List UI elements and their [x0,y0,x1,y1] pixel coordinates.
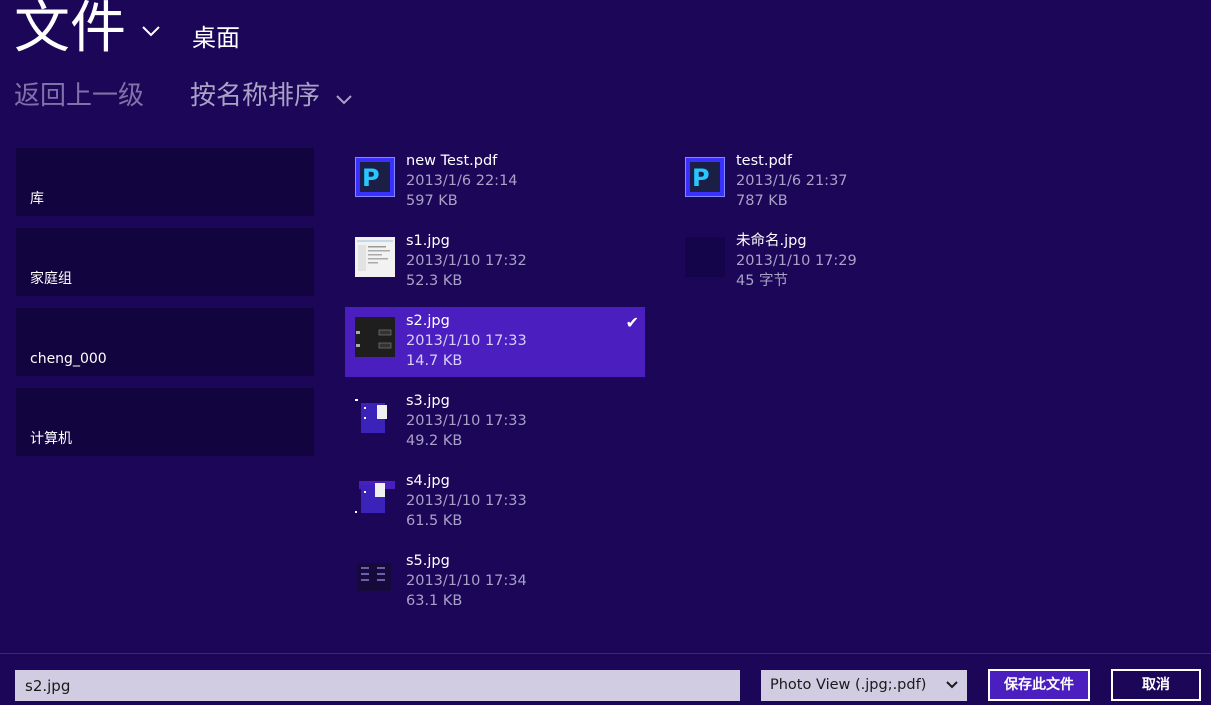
file-size: 45 字节 [736,273,789,289]
sidebar-item-label: 家庭组 [30,271,72,287]
sidebar-item-label: cheng_000 [30,351,107,367]
sidebar-item-libraries[interactable]: 库 [16,148,314,216]
footer-divider [0,653,1211,654]
cancel-button[interactable]: 取消 [1111,669,1201,701]
file-date: 2013/1/6 22:14 [406,173,518,189]
sidebar-item-computer[interactable]: 计算机 [16,388,314,456]
file-date: 2013/1/6 21:37 [736,173,848,189]
file-name: 未命名.jpg [736,233,807,249]
file-name: s3.jpg [406,393,450,409]
file-date: 2013/1/10 17:33 [406,493,527,509]
filename-input[interactable] [15,670,740,701]
sidebar-item-label: 库 [30,191,44,207]
file-size: 597 KB [406,193,458,209]
chevron-down-icon [946,681,958,689]
file-name: new Test.pdf [406,153,498,169]
file-type-select[interactable]: Photo View (.jpg;.pdf) [761,670,967,701]
image-thumbnail-icon [355,397,395,437]
checkmark-icon: ✔ [625,313,639,332]
image-thumbnail-icon [355,557,395,597]
file-size: 49.2 KB [406,433,463,449]
file-name: s5.jpg [406,553,450,569]
image-thumbnail-icon [685,237,725,277]
file-size: 14.7 KB [406,353,463,369]
file-name: s4.jpg [406,473,450,489]
file-item[interactable]: P test.pdf 2013/1/6 21:37 787 KB [675,147,975,217]
file-date: 2013/1/10 17:34 [406,573,527,589]
pdf-icon: P [685,157,725,197]
file-name: s2.jpg [406,313,450,329]
file-size: 63.1 KB [406,593,463,609]
file-name: test.pdf [736,153,792,169]
chevron-down-icon[interactable] [140,20,162,42]
file-date: 2013/1/10 17:33 [406,413,527,429]
file-size: 787 KB [736,193,788,209]
file-date: 2013/1/10 17:33 [406,333,527,349]
file-size: 61.5 KB [406,513,463,529]
sidebar-item-homegroup[interactable]: 家庭组 [16,228,314,296]
sidebar-item-label: 计算机 [30,431,72,447]
file-item[interactable]: 未命名.jpg 2013/1/10 17:29 45 字节 [675,227,975,297]
pdf-icon: P [355,157,395,197]
page-title: 文件 [14,0,126,61]
save-button[interactable]: 保存此文件 [988,669,1090,701]
file-item-selected[interactable]: s2.jpg 2013/1/10 17:33 14.7 KB ✔ [345,307,645,377]
chevron-down-icon[interactable] [334,90,354,110]
file-size: 52.3 KB [406,273,463,289]
sidebar-item-user[interactable]: cheng_000 [16,308,314,376]
go-up-link[interactable]: 返回上一级 [14,76,144,116]
file-item[interactable]: s4.jpg 2013/1/10 17:33 61.5 KB [345,467,645,537]
file-date: 2013/1/10 17:29 [736,253,857,269]
file-type-value: Photo View (.jpg;.pdf) [770,677,927,693]
file-item[interactable]: s1.jpg 2013/1/10 17:32 52.3 KB [345,227,645,297]
image-thumbnail-icon [355,317,395,357]
file-name: s1.jpg [406,233,450,249]
file-item[interactable]: s5.jpg 2013/1/10 17:34 63.1 KB [345,547,645,617]
image-thumbnail-icon [355,477,395,517]
file-item[interactable]: P new Test.pdf 2013/1/6 22:14 597 KB [345,147,645,217]
file-date: 2013/1/10 17:32 [406,253,527,269]
current-location: 桌面 [192,24,240,52]
image-thumbnail-icon [355,237,395,277]
file-item[interactable]: s3.jpg 2013/1/10 17:33 49.2 KB [345,387,645,457]
sort-button[interactable]: 按名称排序 [190,76,320,116]
